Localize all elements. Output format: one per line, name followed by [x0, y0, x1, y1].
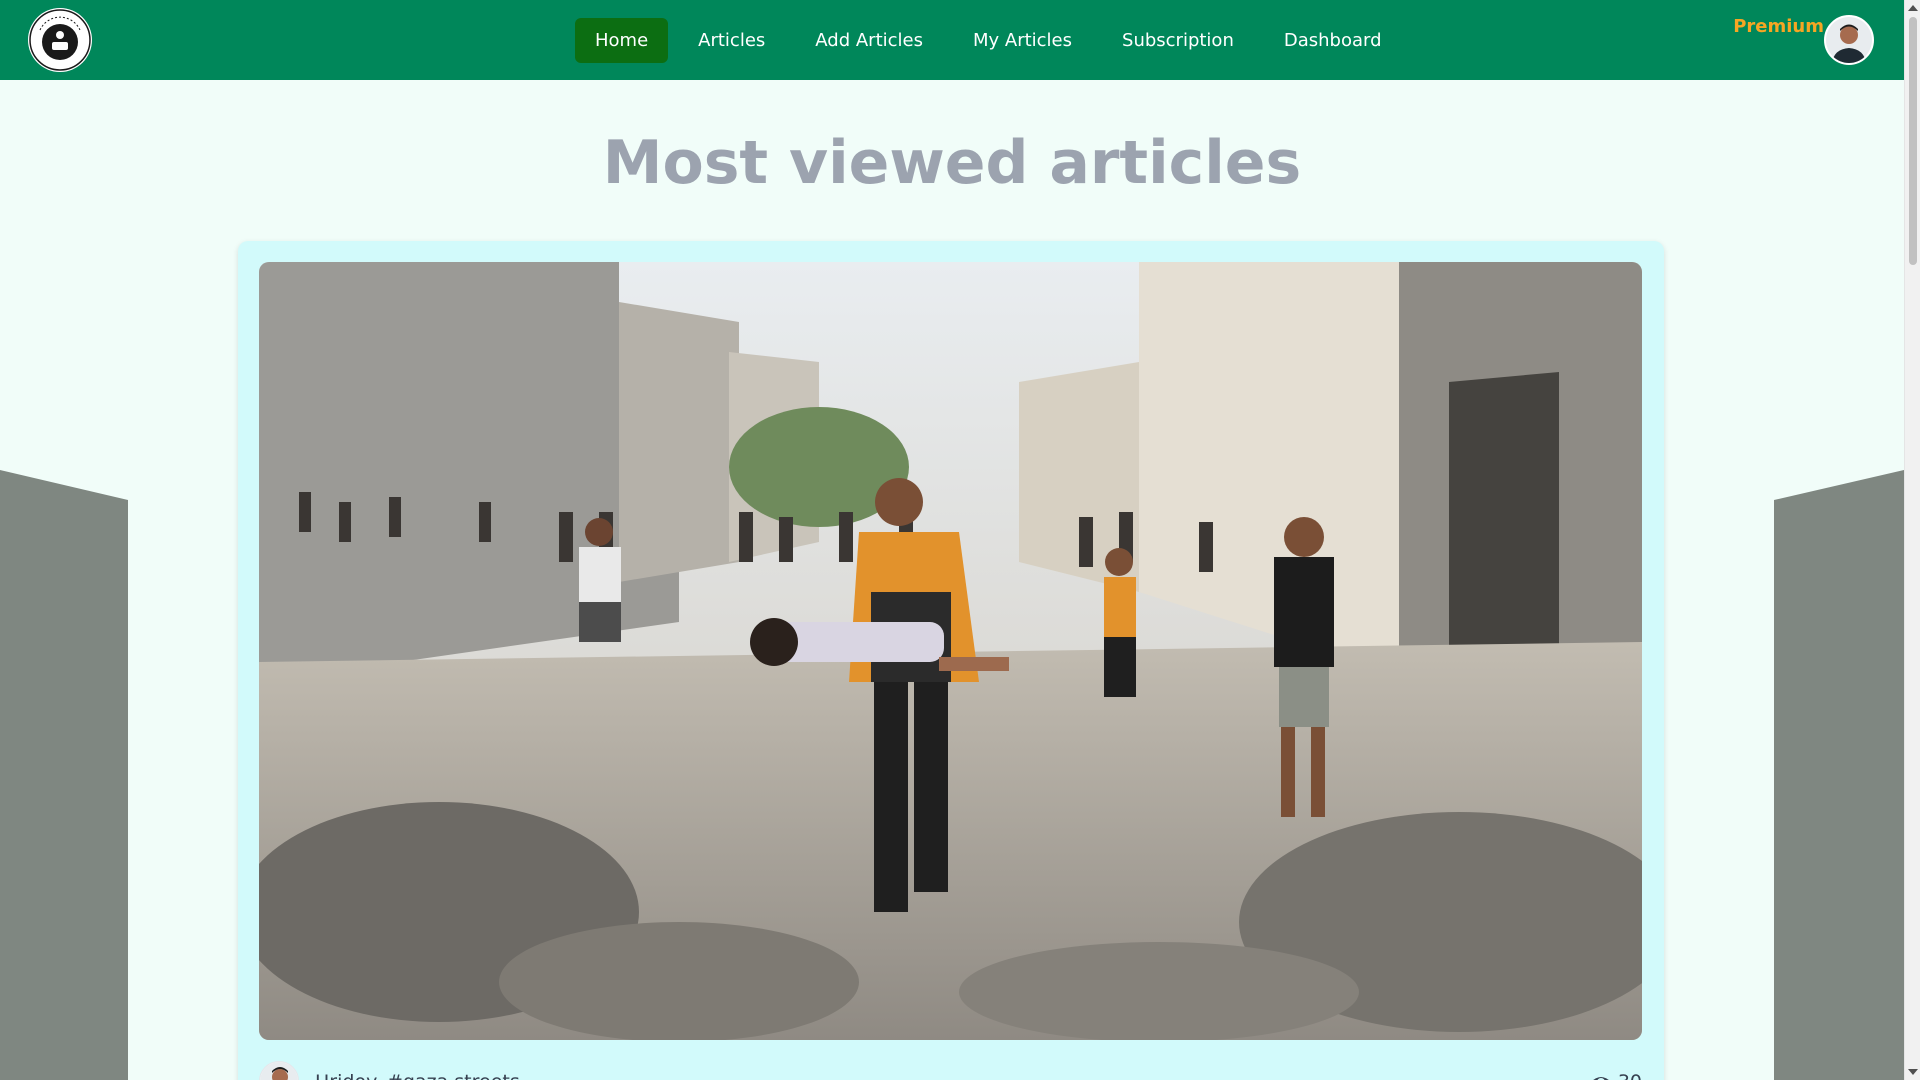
nav-add-articles[interactable]: Add Articles: [795, 18, 943, 63]
scroll-up-icon[interactable]: [1908, 5, 1918, 11]
nav-home[interactable]: Home: [575, 18, 669, 63]
premium-badge[interactable]: Premium: [1733, 16, 1824, 37]
article-tag[interactable]: #gaza streets: [387, 1071, 520, 1080]
article-meta: Hridoy #gaza streets 30: [259, 1061, 1642, 1080]
left-decoration: [0, 470, 128, 1080]
article-photo: [259, 262, 1642, 1040]
author-name[interactable]: Hridoy: [315, 1071, 377, 1080]
nav-my-articles[interactable]: My Articles: [953, 18, 1092, 63]
view-count-value: 30: [1618, 1071, 1642, 1080]
nav-dashboard[interactable]: Dashboard: [1264, 18, 1402, 63]
logo-icon: [29, 9, 91, 71]
article-card[interactable]: Hridoy #gaza streets 30: [238, 241, 1664, 1080]
author-avatar[interactable]: [259, 1061, 299, 1080]
article-image[interactable]: [259, 262, 1642, 1040]
user-avatar-icon: [1826, 17, 1872, 63]
top-navbar: Home Articles Add Articles My Articles S…: [0, 0, 1904, 80]
section-title: Most viewed articles: [602, 128, 1302, 198]
page-scrollbar[interactable]: [1904, 0, 1920, 1080]
author-avatar-icon: [260, 1062, 298, 1080]
user-avatar[interactable]: [1824, 15, 1874, 65]
scroll-thumb[interactable]: [1909, 17, 1917, 265]
scroll-down-icon[interactable]: [1908, 1069, 1918, 1075]
main-navigation: Home Articles Add Articles My Articles S…: [575, 18, 1412, 63]
right-decoration: [1774, 470, 1904, 1080]
view-count: 30: [1590, 1071, 1642, 1080]
nav-subscription[interactable]: Subscription: [1102, 18, 1254, 63]
site-logo[interactable]: [28, 8, 92, 72]
eye-icon: [1593, 1077, 1609, 1080]
nav-articles[interactable]: Articles: [678, 18, 785, 63]
